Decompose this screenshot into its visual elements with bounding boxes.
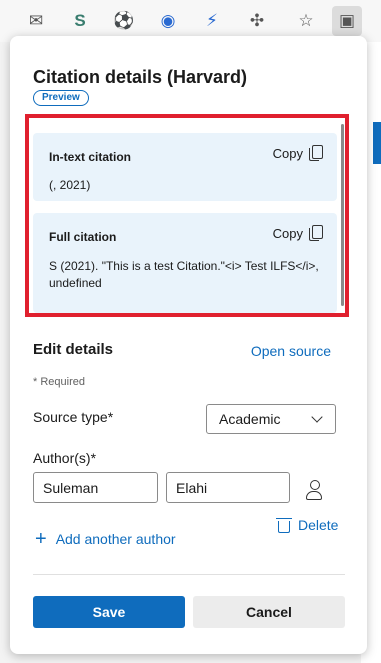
mail-icon[interactable]: ✉ [24, 9, 48, 33]
person-icon[interactable] [306, 480, 322, 500]
favorites-star-icon[interactable]: ☆ [294, 9, 318, 33]
background-button [373, 122, 381, 164]
edit-details-title: Edit details [33, 341, 114, 358]
plus-icon: + [35, 528, 47, 550]
s-extension-icon[interactable]: S [68, 9, 92, 33]
author-last-name-input[interactable]: Elahi [166, 472, 290, 503]
trash-icon [276, 518, 292, 533]
source-type-value: Academic [219, 411, 281, 427]
source-type-select[interactable]: Academic [206, 404, 336, 434]
preview-badge: Preview [33, 90, 89, 106]
collections-icon[interactable]: ▣ [332, 6, 362, 36]
citation-panel: Citation details (Harvard) Preview In-te… [10, 36, 367, 654]
author-first-name-input[interactable]: Suleman [33, 472, 158, 503]
source-type-label: Source type* [33, 409, 114, 425]
authors-label: Author(s)* [33, 450, 97, 466]
cancel-button[interactable]: Cancel [193, 596, 345, 628]
author-last-name-value: Elahi [176, 479, 208, 496]
divider [33, 574, 345, 575]
highlight-frame [25, 114, 349, 317]
open-source-link[interactable]: Open source [251, 343, 331, 359]
lightning-icon[interactable]: ⚡ [200, 9, 224, 33]
page-title: Citation details (Harvard) [33, 67, 248, 87]
chevron-down-icon [311, 411, 323, 423]
delete-author-button[interactable]: Delete [276, 517, 339, 533]
save-button[interactable]: Save [33, 596, 185, 628]
add-author-label: Add another author [55, 531, 176, 547]
soccer-icon[interactable]: ⚽ [112, 9, 136, 33]
add-author-button[interactable]: + Add another author [35, 529, 176, 549]
delete-label: Delete [298, 517, 339, 533]
required-note: * Required [33, 376, 85, 388]
author-first-name-value: Suleman [43, 479, 99, 496]
edge-extension-icon[interactable]: ◉ [156, 9, 180, 33]
extensions-puzzle-icon[interactable]: ✣ [245, 9, 269, 33]
